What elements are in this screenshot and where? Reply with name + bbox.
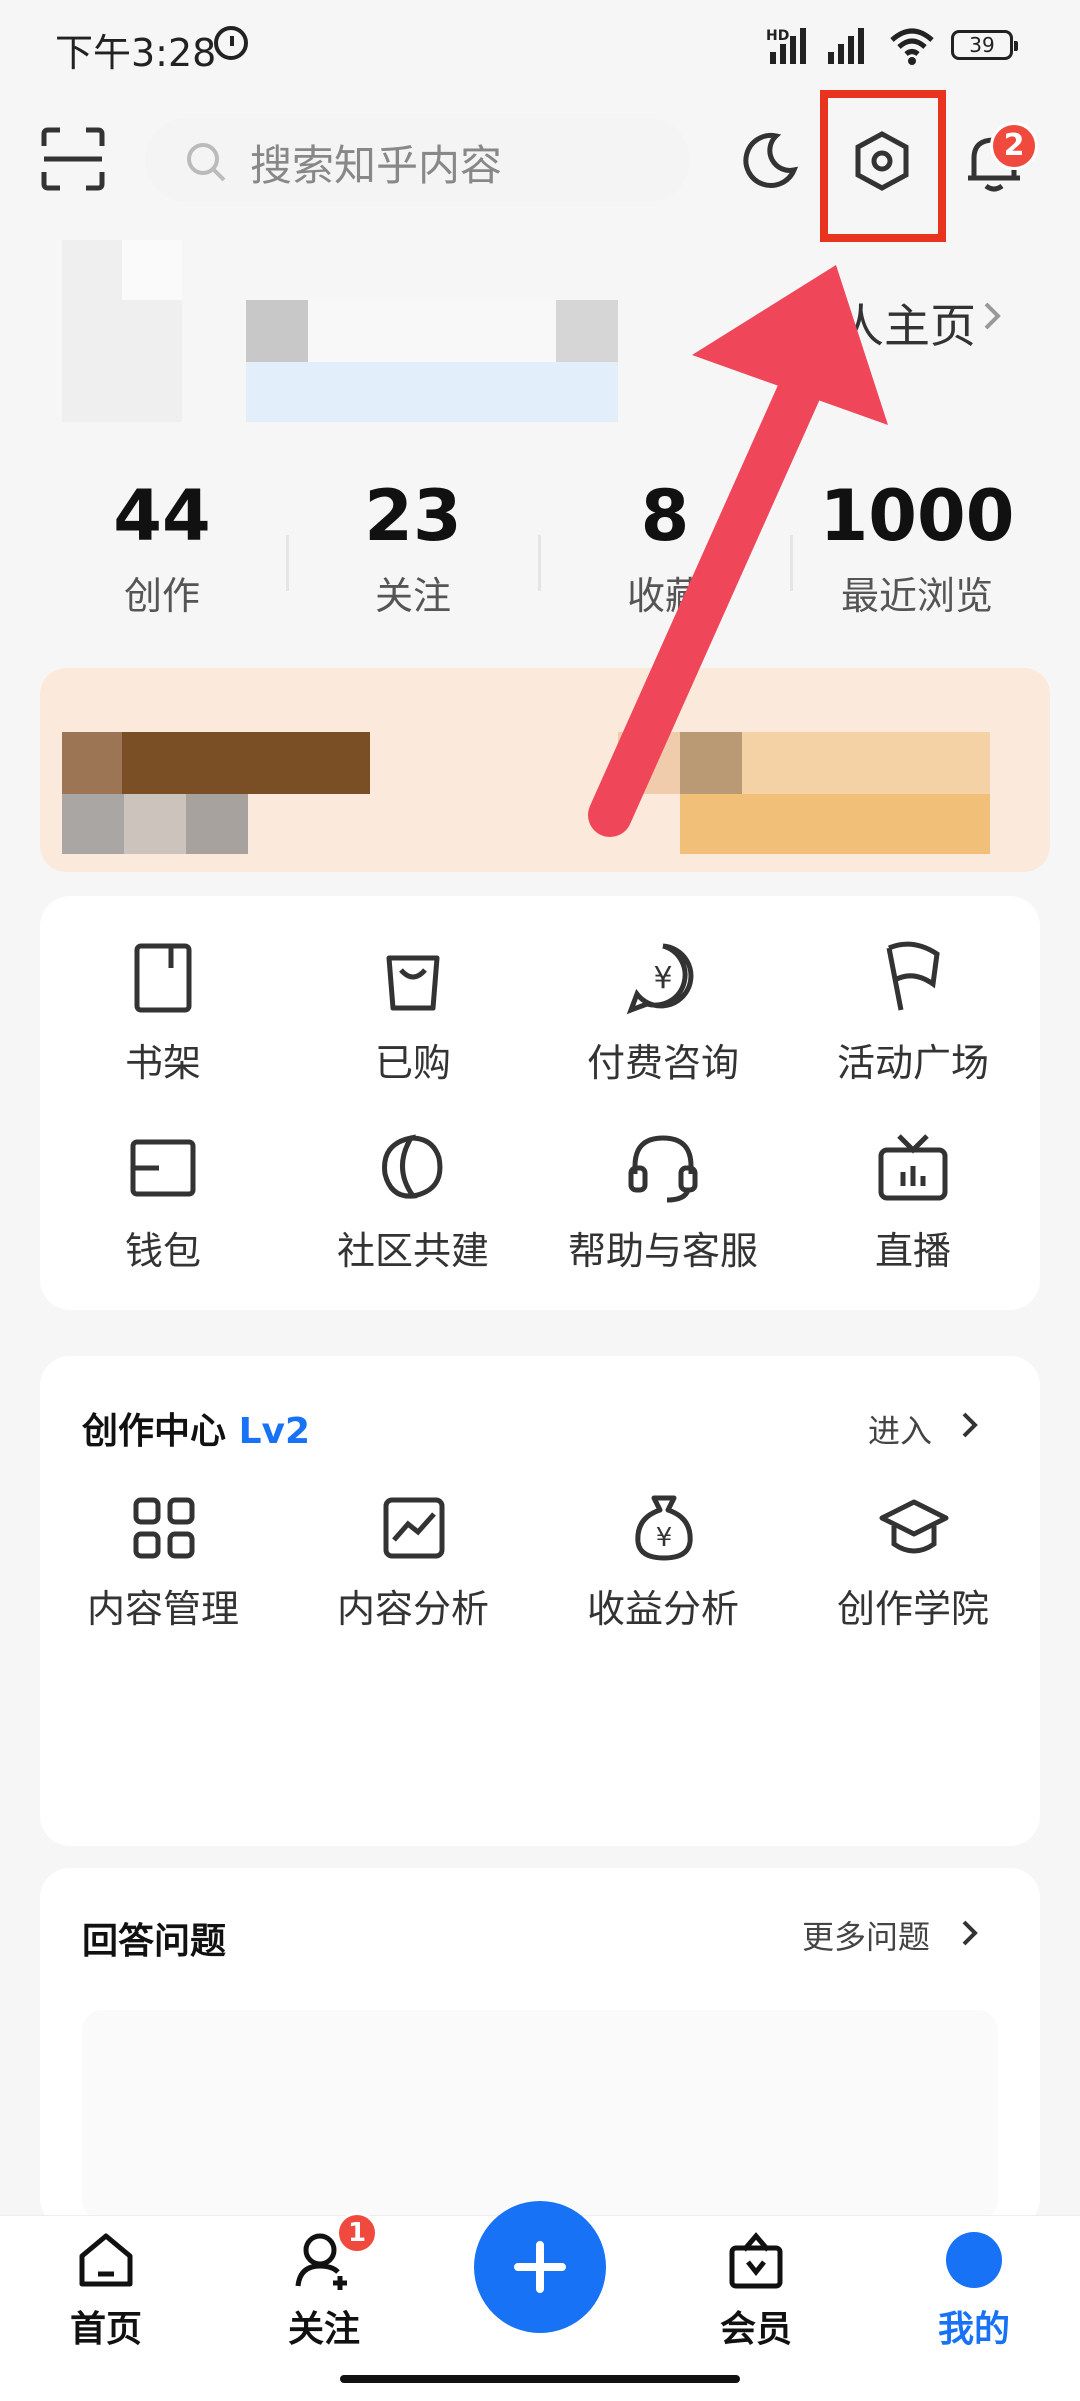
stat-following-label: 关注 — [374, 574, 451, 618]
wallet-icon[interactable] — [123, 1128, 203, 1208]
username-pixel — [246, 300, 308, 362]
chevron-right-icon — [962, 1920, 978, 1946]
home-indicator — [340, 2375, 740, 2383]
alarm-icon — [214, 26, 248, 60]
chart-icon[interactable] — [378, 1492, 450, 1564]
signal-icon-2 — [828, 28, 864, 64]
me-avatar-icon[interactable] — [946, 2232, 1002, 2288]
creator-level-badge: Lv2 — [238, 1411, 311, 1452]
creator-academy[interactable]: 创作学院 — [788, 1578, 1038, 1633]
nav-vip[interactable]: 会员 — [676, 2300, 836, 2352]
creator-center-title: 创作中心 Lv2 — [82, 1402, 310, 1454]
night-mode-icon[interactable] — [740, 130, 800, 190]
battery-icon: 39 — [951, 30, 1018, 60]
shopping-bag-icon[interactable] — [373, 938, 453, 1018]
search-icon — [187, 143, 226, 182]
service-purchased[interactable]: 已购 — [288, 1032, 538, 1087]
creator-enter-link[interactable]: 进入 — [868, 1406, 932, 1452]
notification-badge: 2 — [990, 122, 1038, 170]
svg-text:¥: ¥ — [656, 1523, 673, 1553]
community-icon[interactable] — [373, 1128, 453, 1208]
service-community[interactable]: 社区共建 — [288, 1220, 538, 1275]
search-placeholder: 搜索知乎内容 — [250, 141, 503, 190]
stat-following-num[interactable]: 23 — [288, 475, 538, 557]
creator-title-text: 创作中心 — [82, 1411, 227, 1452]
nav-me[interactable]: 我的 — [894, 2300, 1054, 2352]
answer-questions-title: 回答问题 — [82, 1921, 227, 1962]
tv-icon[interactable] — [873, 1128, 953, 1208]
home-icon[interactable] — [74, 2228, 138, 2292]
grid-icon[interactable] — [128, 1492, 200, 1564]
status-time: 下午3:28 — [55, 31, 217, 75]
stat-creations-num[interactable]: 44 — [37, 475, 287, 557]
creator-content-analysis[interactable]: 内容分析 — [288, 1578, 538, 1633]
chevron-right-icon — [962, 1412, 978, 1438]
vip-icon[interactable] — [724, 2228, 788, 2292]
headset-icon[interactable] — [623, 1128, 703, 1208]
nav-follow[interactable]: 关注 — [244, 2300, 404, 2352]
paid-consult-icon[interactable]: ¥ — [623, 938, 703, 1018]
stat-creations-label: 创作 — [123, 574, 200, 618]
scan-icon[interactable] — [40, 126, 106, 192]
graduation-cap-icon[interactable] — [878, 1492, 950, 1564]
more-questions-link[interactable]: 更多问题 — [802, 1912, 930, 1958]
money-bag-icon[interactable]: ¥ — [628, 1492, 700, 1564]
question-item[interactable] — [82, 2010, 998, 2220]
svg-text:¥: ¥ — [653, 961, 672, 996]
signal-icon — [770, 28, 806, 64]
plus-icon — [514, 2241, 566, 2293]
creator-content-manage[interactable]: 内容管理 — [38, 1578, 288, 1633]
follow-badge: 1 — [336, 2212, 378, 2254]
chevron-right-icon — [984, 302, 1001, 330]
wifi-icon — [890, 28, 934, 65]
flag-icon[interactable] — [873, 938, 953, 1018]
service-wallet[interactable]: 钱包 — [38, 1220, 288, 1275]
avatar-pixel — [122, 240, 182, 300]
username-pixel — [308, 300, 556, 362]
service-activity-square[interactable]: 活动广场 — [788, 1032, 1038, 1087]
creator-revenue-analysis[interactable]: 收益分析 — [538, 1578, 788, 1633]
service-paid-consult[interactable]: 付费咨询 — [538, 1032, 788, 1087]
annotation-arrow — [588, 265, 888, 837]
service-help[interactable]: 帮助与客服 — [538, 1220, 788, 1275]
nav-home[interactable]: 首页 — [26, 2300, 186, 2352]
service-bookshelf[interactable]: 书架 — [38, 1032, 288, 1087]
bookshelf-icon[interactable] — [123, 938, 203, 1018]
settings-highlight-box — [820, 90, 946, 242]
service-live[interactable]: 直播 — [788, 1220, 1038, 1275]
